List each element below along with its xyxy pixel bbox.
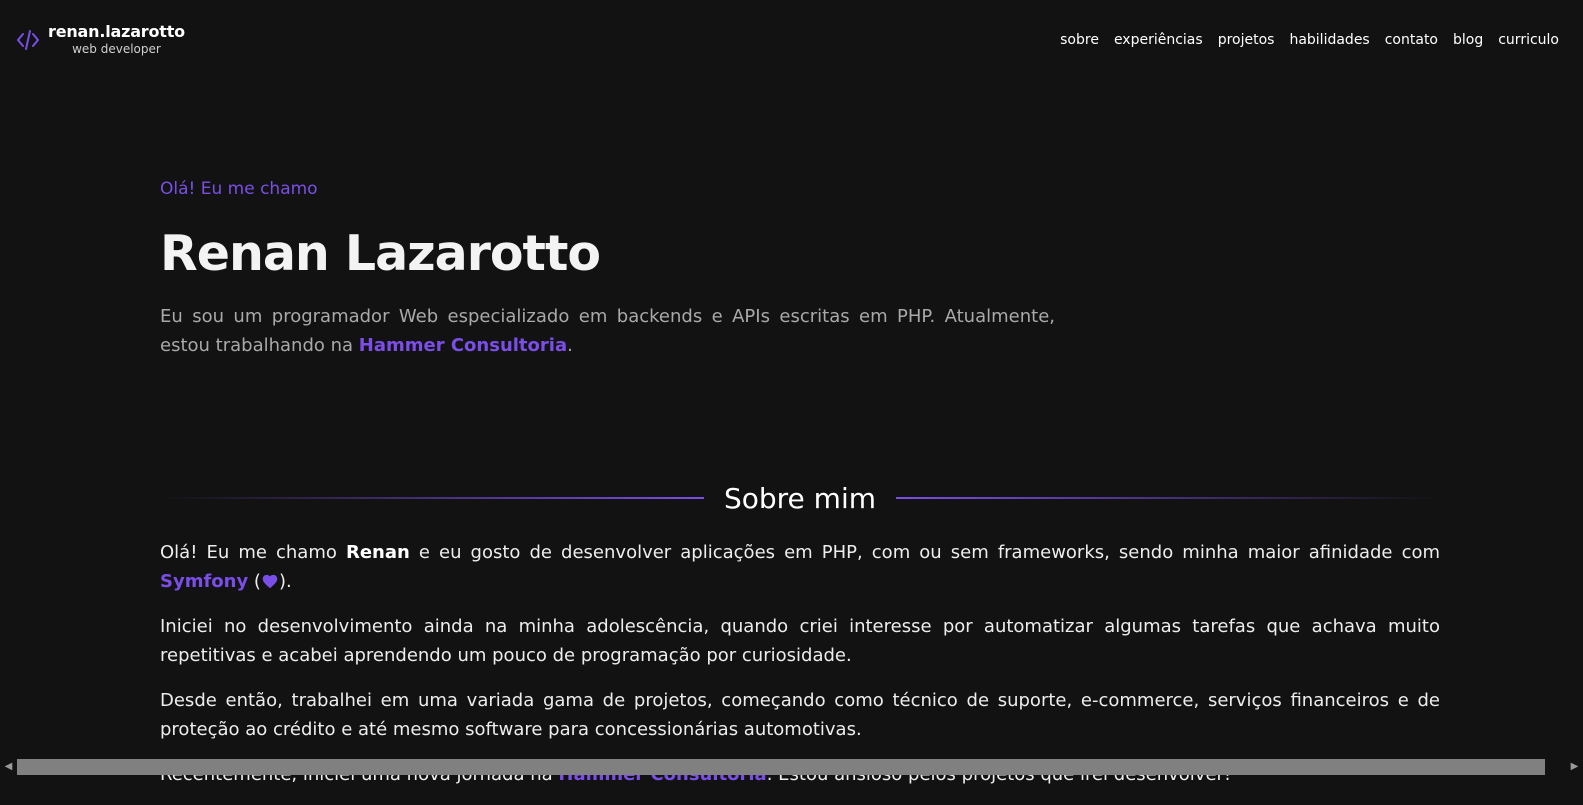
nav-link-blog[interactable]: blog <box>1453 32 1483 48</box>
about-p1-text: Olá! Eu me chamo <box>160 542 346 563</box>
nav-link-projetos[interactable]: projetos <box>1218 32 1275 48</box>
main-nav: sobre experiências projetos habilidades … <box>1060 32 1559 48</box>
brand-logo[interactable]: renan.lazarotto web developer <box>16 24 185 55</box>
hero-description-end: . <box>567 335 573 356</box>
hero-name: Renan Lazarotto <box>160 225 601 282</box>
nav-link-habilidades[interactable]: habilidades <box>1289 32 1369 48</box>
hero-description: Eu sou um programador Web especializado … <box>160 302 1055 360</box>
about-paragraph-2: Iniciei no desenvolvimento ainda na minh… <box>160 616 1440 666</box>
nav-link-contato[interactable]: contato <box>1385 32 1438 48</box>
scroll-right-arrow[interactable]: ▶ <box>1566 758 1583 775</box>
heading-divider-left <box>160 497 704 499</box>
hero-description-text: Eu sou um programador Web especializado … <box>160 306 1055 356</box>
about-paragraph-1: Olá! Eu me chamo Renan e eu gosto de des… <box>160 538 1440 596</box>
brand-subtitle: web developer <box>72 42 161 56</box>
nav-link-sobre[interactable]: sobre <box>1060 32 1099 48</box>
heart-icon <box>262 574 278 589</box>
about-p1-paren-close: ). <box>278 571 292 592</box>
brand-name: renan.lazarotto <box>48 22 185 41</box>
symfony-link[interactable]: Symfony <box>160 571 248 592</box>
hammer-consultoria-link[interactable]: Hammer Consultoria <box>359 335 567 356</box>
nav-link-curriculo[interactable]: curriculo <box>1498 32 1559 48</box>
about-p1-paren-open: ( <box>248 571 261 592</box>
hero-section: Olá! Eu me chamo Renan Lazarotto Eu sou … <box>160 178 1055 360</box>
heading-divider-right <box>896 497 1440 499</box>
about-p1-name: Renan <box>345 542 410 563</box>
about-heading: Sobre mim <box>160 478 1440 518</box>
scrollbar-thumb[interactable] <box>17 759 1545 775</box>
hero-greeting: Olá! Eu me chamo <box>160 179 318 199</box>
code-icon <box>17 30 39 50</box>
brand-text: renan.lazarotto web developer <box>48 22 185 56</box>
nav-link-experiencias[interactable]: experiências <box>1114 32 1203 48</box>
about-paragraph-3: Desde então, trabalhei em uma variada ga… <box>160 690 1440 740</box>
horizontal-scrollbar[interactable]: ◀ ▶ <box>0 758 1583 775</box>
scroll-left-arrow[interactable]: ◀ <box>0 758 17 775</box>
about-title: Sobre mim <box>723 481 877 515</box>
about-p1-middle: e eu gosto de desenvolver aplicações em … <box>409 542 1441 563</box>
